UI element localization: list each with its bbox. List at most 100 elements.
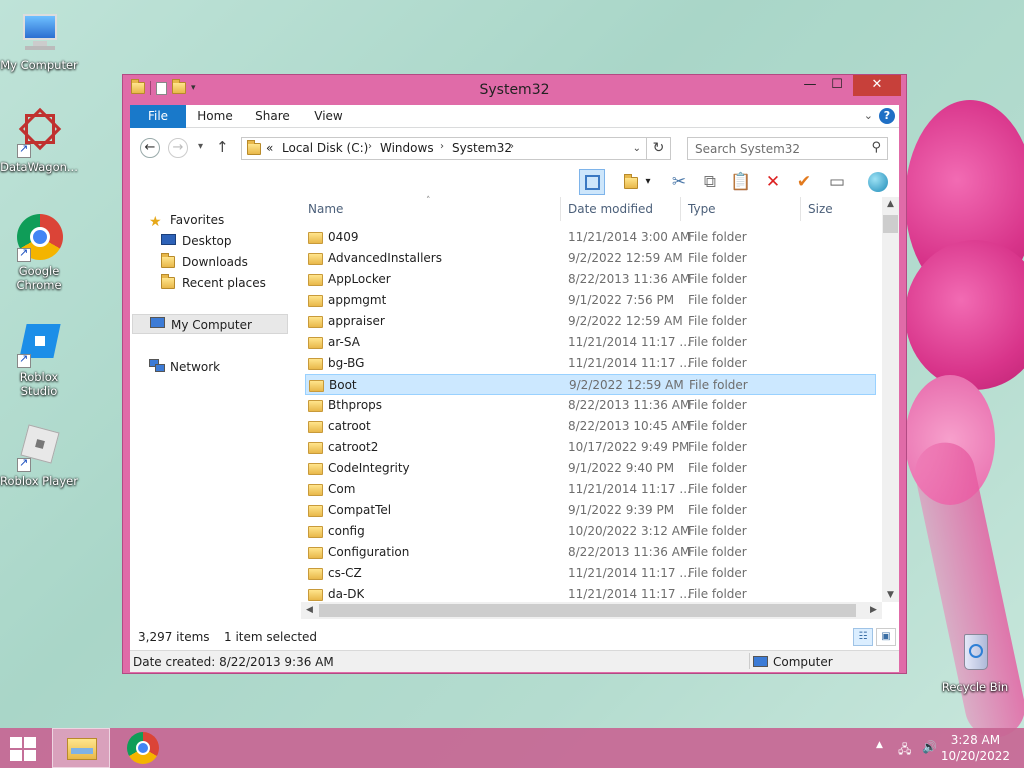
details-status-bar: Date created: 8/22/2013 9:36 AM Computer bbox=[130, 650, 899, 672]
vertical-scroll-thumb[interactable] bbox=[883, 215, 898, 233]
chevron-right-icon[interactable]: › bbox=[440, 141, 444, 152]
refresh-button[interactable]: ↻ bbox=[647, 137, 671, 160]
desktop-icon-my-computer[interactable]: My Computer bbox=[0, 8, 78, 72]
folder-icon bbox=[308, 337, 323, 349]
scroll-up-icon[interactable]: ▲ bbox=[882, 199, 899, 209]
breadcrumb-system32[interactable]: System32 bbox=[452, 141, 512, 155]
file-type: File folder bbox=[688, 356, 747, 370]
file-date-modified: 9/2/2022 12:59 AM bbox=[568, 314, 683, 328]
minimize-button[interactable]: — bbox=[796, 75, 824, 96]
delete-icon[interactable]: ✕ bbox=[760, 169, 786, 195]
title-bar[interactable]: ▾ System32 — ☐ ✕ bbox=[123, 75, 906, 105]
clock[interactable]: 3:28 AM 10/20/2022 bbox=[941, 732, 1010, 764]
breadcrumb-local-disk[interactable]: Local Disk (C:) bbox=[282, 141, 368, 155]
desktop-icon-roblox-studio[interactable]: Roblox Studio bbox=[0, 320, 78, 398]
file-name: AppLocker bbox=[328, 272, 391, 286]
tab-home[interactable]: Home bbox=[192, 105, 238, 128]
breadcrumb-windows[interactable]: Windows bbox=[380, 141, 434, 155]
network-icon[interactable]: 🖧 bbox=[898, 740, 911, 761]
table-row[interactable]: Configuration 8/22/2013 11:36 AM File fold… bbox=[305, 542, 876, 563]
rename-icon[interactable]: ▭ bbox=[824, 169, 850, 195]
taskbar-chrome[interactable] bbox=[114, 728, 172, 768]
address-bar[interactable]: « Local Disk (C:) › Windows › System32 ›… bbox=[241, 137, 647, 160]
vertical-scrollbar[interactable]: ▲ ▼ bbox=[882, 197, 899, 602]
forward-button[interactable]: → bbox=[168, 138, 188, 158]
table-row[interactable]: AdvancedInstallers 9/2/2022 12:59 AM File … bbox=[305, 248, 876, 269]
file-date-modified: 10/20/2022 3:12 AM bbox=[568, 524, 691, 538]
nav-my-computer[interactable]: My Computer bbox=[132, 314, 288, 334]
table-row[interactable]: CompatTel 9/1/2022 9:39 PM File folder bbox=[305, 500, 876, 521]
search-input[interactable]: Search System32 bbox=[695, 142, 800, 156]
horizontal-scrollbar[interactable]: ◀ ▶ bbox=[301, 602, 882, 619]
tab-file[interactable]: File bbox=[130, 105, 186, 128]
up-button[interactable]: ↑ bbox=[216, 138, 229, 156]
explorer-window: ▾ System32 — ☐ ✕ File Home Share View ⌄ … bbox=[122, 74, 907, 674]
horizontal-scroll-thumb[interactable] bbox=[319, 604, 856, 617]
table-row[interactable]: cs-CZ 11/21/2014 11:17 ... File folder bbox=[305, 563, 876, 584]
table-row[interactable]: 0409 11/21/2014 3:00 AM File folder bbox=[305, 227, 876, 248]
copy-icon[interactable]: ⧉ bbox=[697, 169, 723, 195]
desktop-icon-datawagon[interactable]: DataWagon... bbox=[0, 107, 78, 174]
search-box[interactable]: Search System32 ⚲ bbox=[687, 137, 888, 160]
table-row[interactable]: Boot 9/2/2022 12:59 AM File folder bbox=[305, 374, 876, 395]
expand-ribbon-icon[interactable]: ⌄ bbox=[864, 109, 873, 122]
table-row[interactable]: appmgmt 9/1/2022 7:56 PM File folder bbox=[305, 290, 876, 311]
desktop-icon-roblox-player[interactable]: Roblox Player bbox=[0, 424, 78, 488]
table-row[interactable]: bg-BG 11/21/2014 11:17 ... File folder bbox=[305, 353, 876, 374]
column-header-size[interactable]: Size bbox=[801, 197, 881, 221]
large-icons-view-button[interactable]: ▣ bbox=[876, 628, 896, 646]
file-date-modified: 9/2/2022 12:59 AM bbox=[569, 378, 684, 392]
table-row[interactable]: catroot2 10/17/2022 9:49 PM File folder bbox=[305, 437, 876, 458]
ribbon-tabs: File Home Share View ⌄ ? bbox=[130, 105, 899, 128]
file-date-modified: 11/21/2014 11:17 ... bbox=[568, 335, 691, 349]
table-row[interactable]: CodeIntegrity 9/1/2022 9:40 PM File folder bbox=[305, 458, 876, 479]
scroll-right-icon[interactable]: ▶ bbox=[865, 605, 882, 615]
table-row[interactable]: config 10/20/2022 3:12 AM File folder bbox=[305, 521, 876, 542]
desktop-icon-chrome[interactable]: Google Chrome bbox=[0, 214, 78, 292]
taskbar-file-explorer[interactable] bbox=[52, 728, 110, 768]
chevron-right-icon[interactable]: › bbox=[510, 141, 514, 152]
breadcrumb-overflow[interactable]: « bbox=[266, 141, 273, 155]
chevron-right-icon[interactable]: › bbox=[368, 141, 372, 152]
show-hidden-icons[interactable]: ▲ bbox=[876, 740, 883, 750]
tab-view[interactable]: View bbox=[306, 105, 351, 128]
volume-icon[interactable]: 🔊 bbox=[922, 740, 937, 754]
start-button[interactable] bbox=[10, 737, 38, 761]
table-row[interactable]: ar-SA 11/21/2014 11:17 ... File folder bbox=[305, 332, 876, 353]
file-type: File folder bbox=[688, 251, 747, 265]
scroll-down-icon[interactable]: ▼ bbox=[882, 590, 899, 600]
folder-icon bbox=[308, 484, 323, 496]
nav-network[interactable]: Network bbox=[149, 357, 220, 377]
nav-desktop[interactable]: Desktop bbox=[161, 231, 232, 251]
back-button[interactable]: ← bbox=[140, 138, 160, 158]
tab-share[interactable]: Share bbox=[250, 105, 295, 128]
maximize-button[interactable]: ☐ bbox=[824, 75, 850, 96]
table-row[interactable]: AppLocker 8/22/2013 11:36 AM File folder bbox=[305, 269, 876, 290]
recent-locations-icon[interactable]: ▾ bbox=[198, 141, 203, 152]
scroll-left-icon[interactable]: ◀ bbox=[301, 605, 318, 615]
table-row[interactable]: catroot 8/22/2013 10:45 AM File folder bbox=[305, 416, 876, 437]
preview-pane-button[interactable] bbox=[579, 169, 605, 195]
table-row[interactable]: appraiser 9/2/2022 12:59 AM File folder bbox=[305, 311, 876, 332]
desktop-icon-recycle-bin[interactable]: Recycle Bin bbox=[936, 630, 1014, 694]
column-header-type[interactable]: Type bbox=[681, 197, 801, 221]
paste-icon[interactable]: 📋 bbox=[728, 169, 754, 195]
address-dropdown-icon[interactable]: ⌄ bbox=[633, 143, 641, 154]
file-type: File folder bbox=[688, 524, 747, 538]
folder-icon bbox=[308, 421, 323, 433]
dropdown-icon[interactable]: ▾ bbox=[641, 169, 655, 195]
nav-favorites[interactable]: ★ Favorites bbox=[149, 210, 224, 230]
column-header-name[interactable]: Name ˄ bbox=[301, 196, 561, 221]
table-row[interactable]: Bthprops 8/22/2013 11:36 AM File folder bbox=[305, 395, 876, 416]
nav-downloads[interactable]: Downloads bbox=[161, 252, 248, 272]
close-button[interactable]: ✕ bbox=[853, 75, 901, 96]
nav-recent-places[interactable]: Recent places bbox=[161, 273, 266, 293]
globe-icon[interactable] bbox=[865, 169, 891, 195]
details-view-button[interactable]: ☷ bbox=[853, 628, 873, 646]
apply-icon[interactable]: ✔ bbox=[791, 169, 817, 195]
file-date-modified: 11/21/2014 11:17 ... bbox=[568, 566, 691, 580]
table-row[interactable]: Com 11/21/2014 11:17 ... File folder bbox=[305, 479, 876, 500]
cut-icon[interactable]: ✂ bbox=[666, 169, 692, 195]
column-header-date[interactable]: Date modified bbox=[561, 197, 681, 221]
help-icon[interactable]: ? bbox=[879, 108, 895, 124]
